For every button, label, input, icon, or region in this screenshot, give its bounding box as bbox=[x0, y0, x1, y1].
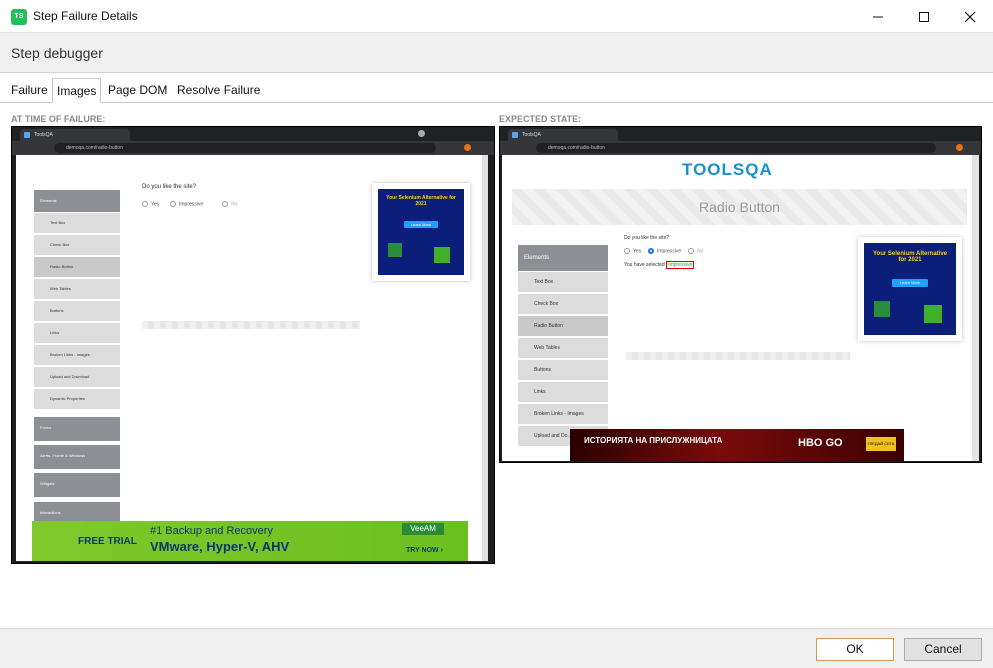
sidebar-item: Text Box bbox=[518, 272, 608, 293]
sidebar-item: Broken Links - Images bbox=[518, 404, 608, 425]
extension-icon bbox=[956, 144, 963, 151]
question-text: Do you like the site? bbox=[624, 235, 670, 241]
extension-icon bbox=[464, 144, 471, 151]
profile-icon bbox=[418, 130, 425, 137]
sidebar-item: Buttons bbox=[34, 301, 120, 322]
dialog-header: Step debugger bbox=[0, 33, 993, 73]
ad-placeholder-band bbox=[626, 352, 850, 360]
question-text: Do you like the site? bbox=[142, 184, 197, 190]
side-ad: Your Selenium Alternative for 2021 Learn… bbox=[372, 183, 470, 281]
page-banner: Radio Button bbox=[512, 189, 967, 225]
page-scrollbar bbox=[972, 155, 979, 461]
radio-yes: Yes bbox=[624, 248, 641, 254]
sidebar-group-forms: Forms bbox=[34, 417, 120, 441]
ad-title: Your Selenium Alternative for 2021 bbox=[872, 251, 948, 263]
sidebar-item: Links bbox=[518, 382, 608, 403]
result-text: You have selected Impressive bbox=[624, 261, 695, 269]
sidebar-item-active: Radio Button bbox=[34, 257, 120, 278]
sidebar-item: Text Box bbox=[34, 213, 120, 234]
ad-line2: VMware, Hyper-V, AHV bbox=[150, 539, 290, 554]
failure-screenshot: ToolsQA demoqa.com/radio-button Elements… bbox=[11, 126, 495, 564]
title-bar: TS Step Failure Details bbox=[0, 0, 993, 33]
minimize-button[interactable] bbox=[855, 0, 901, 33]
tab-bar: Failure Images Page DOM Resolve Failure bbox=[0, 73, 993, 103]
toolsqa-logo: TOOLSQA bbox=[682, 160, 773, 179]
close-button[interactable] bbox=[947, 0, 993, 33]
ad-brand: HBO GO bbox=[798, 437, 843, 449]
sidebar-item: Web Tables bbox=[518, 338, 608, 359]
side-ad: Your Selenium Alternative for 2021 Learn… bbox=[858, 237, 962, 341]
bottom-ad: ИСТОРИЯТА НА ПРИСЛУЖНИЦАТА HBO GO ГЛЕДАЙ… bbox=[570, 429, 904, 461]
sidebar-item: Check Box bbox=[34, 235, 120, 256]
selenium-logo-icon bbox=[924, 305, 942, 323]
browser-tabbar: ToolsQA bbox=[12, 127, 494, 141]
ad-cta: TRY NOW › bbox=[406, 547, 443, 554]
radio-no: No bbox=[688, 248, 703, 254]
minimize-icon bbox=[873, 16, 883, 17]
maximize-icon bbox=[919, 11, 929, 22]
sidebar-group-interactions: Interactions bbox=[34, 502, 120, 522]
app-icon: TS bbox=[11, 9, 27, 25]
browser-tabbar: ToolsQA bbox=[500, 127, 981, 141]
header-title: Step debugger bbox=[11, 45, 103, 61]
ad-line1: #1 Backup and Recovery bbox=[150, 525, 273, 537]
ad-learn-more: Learn More bbox=[404, 221, 438, 228]
ad-title: Your Selenium Alternative for 2021 bbox=[386, 195, 456, 207]
url-field: demoqa.com/radio-button bbox=[536, 143, 936, 153]
browser-tab: ToolsQA bbox=[20, 129, 130, 141]
ad-logo-icon bbox=[388, 243, 402, 257]
radio-no: No bbox=[222, 201, 237, 207]
radio-impressive: Impressive bbox=[648, 248, 681, 254]
tab-resolve-failure[interactable]: Resolve Failure bbox=[173, 78, 264, 103]
browser-addressbar: demoqa.com/radio-button bbox=[12, 141, 494, 155]
expected-image-label: EXPECTED STATE: bbox=[499, 114, 582, 124]
ad-text: ИСТОРИЯТА НА ПРИСЛУЖНИЦАТА bbox=[584, 436, 723, 445]
sidebar-item: Upload and Download bbox=[34, 367, 120, 388]
ad-brand: VeeAM bbox=[402, 523, 444, 535]
ad-cta: ГЛЕДАЙ СЕГА bbox=[866, 437, 896, 451]
tab-page-dom[interactable]: Page DOM bbox=[104, 78, 171, 103]
sidebar-item-active: Radio Button bbox=[518, 316, 608, 337]
sidebar-group-elements: Elements bbox=[518, 245, 608, 271]
selenium-logo-icon bbox=[434, 247, 450, 263]
sidebar-item: Check Box bbox=[518, 294, 608, 315]
sidebar-group-widgets: Widgets bbox=[34, 473, 120, 497]
close-icon bbox=[964, 11, 976, 22]
sidebar-item: Buttons bbox=[518, 360, 608, 381]
tab-images[interactable]: Images bbox=[52, 78, 102, 103]
browser-tab: ToolsQA bbox=[508, 129, 618, 141]
sidebar-item: Dynamic Properties bbox=[34, 389, 120, 410]
browser-page: TOOLSQA Radio Button Elements Text Box C… bbox=[502, 155, 979, 461]
maximize-button[interactable] bbox=[901, 0, 947, 33]
radio-impressive: Impressive bbox=[170, 201, 203, 207]
ok-button[interactable]: OK bbox=[816, 638, 894, 661]
result-value: Impressive bbox=[666, 261, 695, 269]
expected-screenshot: ToolsQA demoqa.com/radio-button TOOLSQA … bbox=[499, 126, 982, 463]
sidebar-item: Broken Links - Images bbox=[34, 345, 120, 366]
bottom-ad: FREE TRIAL #1 Backup and Recovery VMware… bbox=[32, 521, 468, 561]
dialog-footer: OK Cancel bbox=[0, 628, 993, 668]
url-field: demoqa.com/radio-button bbox=[54, 143, 436, 153]
ad-trial-text: FREE TRIAL bbox=[78, 536, 137, 547]
sidebar-item: Web Tables bbox=[34, 279, 120, 300]
browser-page: Elements Text Box Check Box Radio Button… bbox=[16, 155, 488, 561]
banner-title: Radio Button bbox=[699, 199, 780, 215]
cancel-button[interactable]: Cancel bbox=[904, 638, 982, 661]
sidebar-item: Links bbox=[34, 323, 120, 344]
failure-image-label: AT TIME OF FAILURE: bbox=[11, 114, 106, 124]
sidebar-group-alerts: Alerts, Frame & Windows bbox=[34, 445, 120, 469]
ad-logo-icon bbox=[874, 301, 890, 317]
page-scrollbar bbox=[482, 155, 488, 561]
ad-placeholder-band bbox=[142, 321, 360, 329]
ad-learn-more: Learn More bbox=[892, 279, 928, 287]
radio-yes: Yes bbox=[142, 201, 159, 207]
tab-failure[interactable]: Failure bbox=[7, 78, 52, 103]
browser-addressbar: demoqa.com/radio-button bbox=[500, 141, 981, 155]
sidebar-group-elements: Elements bbox=[34, 190, 120, 212]
window-title: Step Failure Details bbox=[33, 9, 138, 23]
